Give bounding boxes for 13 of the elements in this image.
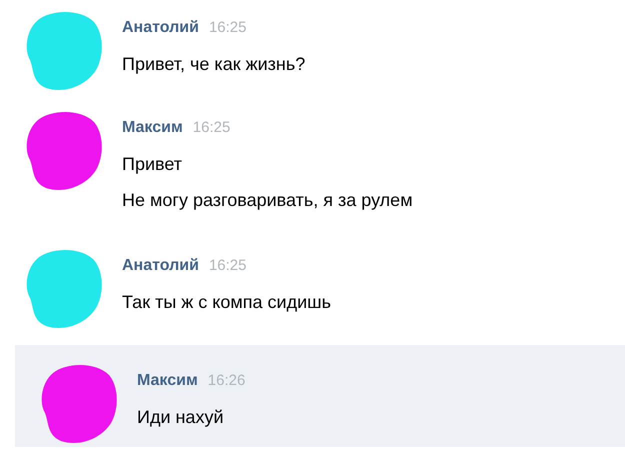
- message-text: Так ты ж с компа сидишь: [122, 291, 331, 314]
- author-name[interactable]: Максим: [137, 369, 198, 393]
- message-time: 16:25: [192, 118, 230, 138]
- message-text: Привет: [122, 153, 184, 176]
- message-text: Привет, че как жизнь?: [122, 53, 306, 76]
- message-text: Иди нахуй: [137, 406, 225, 429]
- author-name[interactable]: Анатолий: [122, 16, 199, 40]
- message-time: 16:25: [208, 256, 246, 276]
- message-text: Не могу разговаривать, я за рулем: [122, 189, 413, 212]
- message-time: 16:26: [208, 371, 246, 391]
- author-name[interactable]: Анатолий: [122, 254, 199, 278]
- author-name[interactable]: Максим: [122, 116, 183, 140]
- message-time: 16:25: [208, 18, 246, 38]
